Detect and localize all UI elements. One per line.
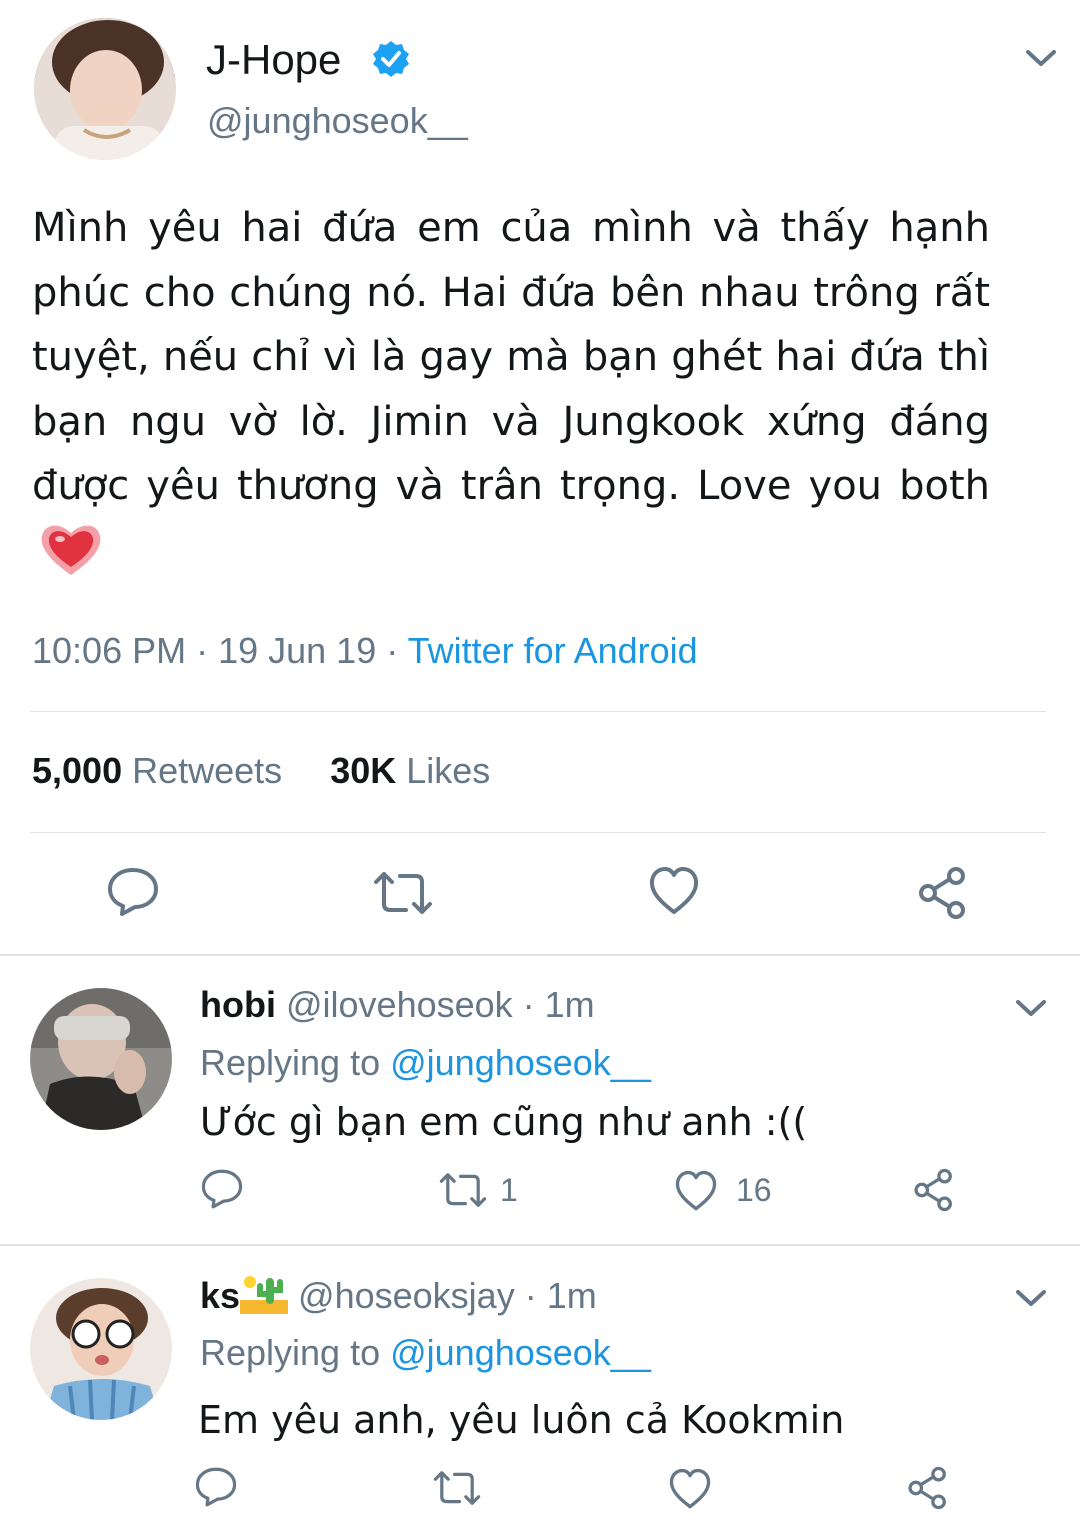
retweet-count: 1 [500, 1172, 518, 1208]
reply-button[interactable] [194, 1466, 238, 1508]
replying-to-label: Replying to [200, 1332, 391, 1373]
section-divider [0, 954, 1080, 956]
divider [30, 832, 1046, 833]
retweets-label: Retweets [122, 750, 283, 791]
reply-button[interactable] [200, 1168, 244, 1210]
verified-badge-icon [372, 40, 410, 78]
section-divider [0, 1244, 1080, 1246]
share-button[interactable] [912, 1168, 956, 1212]
reply-header: hobi @ilovehoseok · 1m [200, 984, 595, 1026]
reply-icon [195, 1467, 237, 1507]
likes-label: Likes [396, 750, 491, 791]
heart-icon [649, 867, 699, 914]
retweet-button[interactable] [438, 1170, 488, 1210]
retweet-button[interactable] [372, 868, 434, 918]
reply-handle[interactable]: @ilovehoseok [276, 984, 513, 1025]
sparkling-heart-emoji [38, 519, 104, 579]
chevron-down-icon[interactable] [1014, 1286, 1048, 1310]
reply-display-name[interactable]: ks [200, 1275, 240, 1316]
meta-separator: · [376, 630, 408, 671]
tweet-stats: 5,000 Retweets 30K Likes [32, 750, 490, 792]
retweet-icon [439, 1173, 487, 1207]
like-button[interactable] [668, 1468, 712, 1510]
share-icon [914, 1168, 952, 1212]
desert-cactus-emoji [240, 1274, 289, 1314]
reply-handle[interactable]: @hoseoksjay [288, 1275, 515, 1316]
reply-avatar[interactable] [30, 988, 172, 1130]
author-avatar[interactable] [34, 18, 176, 160]
reply-icon [108, 868, 158, 916]
replying-to-handle[interactable]: @junghoseok__ [390, 1332, 651, 1373]
chevron-down-icon[interactable] [1024, 46, 1058, 70]
retweets-count: 5,000 [32, 750, 123, 791]
like-button[interactable] [674, 1170, 718, 1212]
share-button[interactable] [906, 1466, 950, 1510]
likes-stat[interactable]: 30K Likes [330, 750, 490, 791]
replying-to: Replying to @junghoseok__ [200, 1332, 651, 1374]
heart-icon [675, 1170, 717, 1211]
like-count: 16 [736, 1172, 772, 1208]
like-button[interactable] [648, 866, 700, 916]
replying-to: Replying to @junghoseok__ [200, 1042, 651, 1084]
heart-icon [669, 1468, 711, 1509]
reply-avatar[interactable] [30, 1278, 172, 1420]
reply-text: Ước gì bạn em cũng như anh :(( [200, 1100, 808, 1144]
tweet-meta: 10:06 PM · 19 Jun 19 · Twitter for Andro… [32, 630, 698, 672]
share-icon [908, 1466, 946, 1510]
share-icon [919, 867, 965, 919]
tweet-source-link[interactable]: Twitter for Android [408, 630, 698, 671]
replying-to-label: Replying to [200, 1042, 391, 1083]
reply-age[interactable]: · 1m [513, 984, 595, 1025]
likes-count: 30K [330, 750, 397, 791]
chevron-down-icon[interactable] [1014, 996, 1048, 1020]
retweets-stat[interactable]: 5,000 Retweets [32, 750, 282, 791]
reply-button[interactable] [106, 866, 160, 918]
divider [30, 711, 1046, 712]
reply-display-name[interactable]: hobi [200, 984, 276, 1025]
retweet-button[interactable] [432, 1468, 482, 1508]
author-display-name[interactable]: J-Hope [206, 36, 341, 84]
tweet-text: Mình yêu hai đứa em của mình và thấy hạn… [32, 196, 990, 584]
replying-to-handle[interactable]: @junghoseok__ [390, 1042, 651, 1083]
reply-icon [201, 1169, 243, 1209]
author-handle[interactable]: @junghoseok__ [207, 100, 468, 142]
tweet-time[interactable]: 10:06 PM [32, 630, 186, 671]
tweet-body: Mình yêu hai đứa em của mình và thấy hạn… [32, 205, 990, 509]
reply-text: Em yêu anh, yêu luôn cả Kookmin [198, 1398, 845, 1442]
retweet-icon [374, 872, 432, 914]
reply-age[interactable]: · 1m [515, 1275, 597, 1316]
meta-separator: · [186, 630, 219, 671]
share-button[interactable] [916, 866, 970, 920]
reply-header: ks @hoseoksjay · 1m [200, 1274, 597, 1317]
tweet-date[interactable]: 19 Jun 19 [218, 630, 376, 671]
retweet-icon [433, 1471, 481, 1505]
